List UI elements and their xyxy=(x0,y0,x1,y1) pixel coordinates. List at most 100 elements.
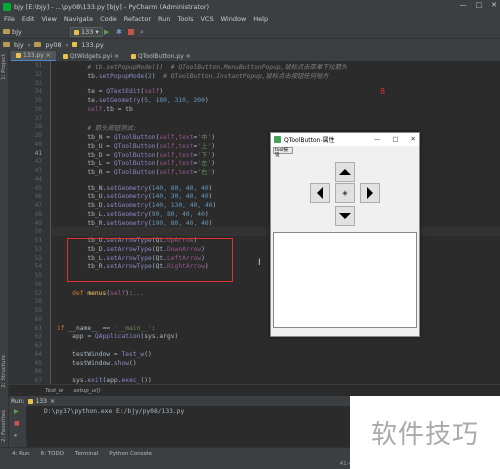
stop-icon[interactable]: ■ xyxy=(14,420,20,427)
line-number: 52 xyxy=(34,245,42,253)
up-arrow-button[interactable] xyxy=(335,162,355,182)
menu-vcs[interactable]: VCS xyxy=(200,15,213,23)
run-icon[interactable]: ▶ xyxy=(104,28,109,36)
right-arrow-button[interactable] xyxy=(360,183,380,203)
minimize-button[interactable]: — xyxy=(460,1,467,9)
code-token: setGeometry xyxy=(106,193,148,201)
code-line: te = QTextEdit(self) xyxy=(57,88,163,95)
menu-code[interactable]: Code xyxy=(100,15,117,23)
code-token: __name__ == xyxy=(68,324,114,332)
code-line: tb_L = QToolButton(self,text='左') xyxy=(57,158,215,167)
menu-tools[interactable]: Tools xyxy=(177,15,193,23)
close-button[interactable]: ✕ xyxy=(491,1,497,9)
line-number: 38 xyxy=(34,123,42,131)
code-token: te = xyxy=(57,88,107,96)
menu-window[interactable]: Window xyxy=(221,15,247,23)
project-tool-tab[interactable]: 1: Project xyxy=(1,54,7,80)
line-number: 46 xyxy=(34,193,42,201)
code-token: setPopupMode xyxy=(98,72,145,80)
rerun-icon[interactable]: ▶ xyxy=(14,408,19,415)
code-token: (app. xyxy=(102,377,122,384)
line-number: 43 xyxy=(34,167,42,174)
down-arrow-button[interactable] xyxy=(335,206,355,226)
navigation-bar: bjy › py08 › 133.py xyxy=(0,39,500,50)
menu-file[interactable]: File xyxy=(4,15,15,23)
run-config-selector[interactable]: 133 ▾ xyxy=(70,27,103,37)
line-number: 67 xyxy=(34,377,42,384)
maximize-button[interactable]: □ xyxy=(476,1,483,9)
up-arrow-icon xyxy=(339,169,351,175)
close-icon[interactable]: × xyxy=(50,398,55,405)
menu-run[interactable]: Run xyxy=(158,15,170,23)
text-cursor-icon: I xyxy=(258,258,261,268)
window-title: bjy [E:\bjy] - ...\py08\133.py [bjy] - P… xyxy=(14,2,210,11)
code-line: tb_R.setGeometry(190, 80, 40, 40) xyxy=(57,220,212,227)
breadcrumb-method[interactable]: setup_ui() xyxy=(73,388,100,394)
qt-demo-window[interactable]: QToolButton-属性 — □ ✕ tool按钮 ◈ xyxy=(270,132,420,337)
close-icon[interactable]: × xyxy=(46,52,51,59)
python-file-icon xyxy=(131,53,137,59)
tab-terminal[interactable]: Terminal xyxy=(75,451,98,457)
left-arrow-button[interactable] xyxy=(310,183,330,203)
code-token: ... xyxy=(132,289,145,297)
stop-icon[interactable] xyxy=(128,29,134,35)
nav-crumb-file[interactable]: 133.py xyxy=(81,41,103,49)
code-token: ) xyxy=(204,210,209,218)
run-output-line: D:\py37\python.exe E:/bjy/py08/133.py xyxy=(44,408,185,415)
code-token: tb_D. xyxy=(57,202,107,209)
project-crumb[interactable]: bjy xyxy=(3,28,22,36)
qt-text-edit[interactable] xyxy=(273,232,417,328)
tab-133-py[interactable]: 133.py × xyxy=(11,51,56,61)
code-token: tb_R. xyxy=(57,219,107,227)
line-number: 56 xyxy=(34,280,42,288)
line-number: 66 xyxy=(34,368,42,376)
nav-crumb-bjy[interactable]: bjy xyxy=(14,41,24,49)
code-line: tb.setPopupMode(2) # QToolButton.Instant… xyxy=(57,71,329,80)
breadcrumb-class[interactable]: Test_w xyxy=(45,388,63,394)
qt-minimize-button[interactable]: — xyxy=(374,135,381,143)
search-icon[interactable]: ⌕ xyxy=(140,28,144,37)
tab-qtoolbutton-py[interactable]: QToolButton.py × xyxy=(126,51,196,61)
tab-qtwidgets-pyi[interactable]: QtWidgets.pyi × xyxy=(57,51,125,61)
qt-close-button[interactable]: ✕ xyxy=(411,135,416,143)
line-number: 36 xyxy=(34,105,42,113)
pause-icon[interactable]: ⏸ xyxy=(14,432,17,440)
code-token: # QToolButton.InstantPopup,鼠标点击按钮任何地方 xyxy=(163,72,329,80)
structure-tool-tab[interactable]: 2: Structure xyxy=(1,355,7,388)
code-token: ) xyxy=(208,193,213,201)
menu-refactor[interactable]: Refactor xyxy=(124,15,151,23)
debug-icon[interactable]: ✱ xyxy=(116,28,122,36)
code-token: '右' xyxy=(197,169,212,176)
tab-run[interactable]: 4: Run xyxy=(12,451,30,457)
line-number: 35 xyxy=(34,97,42,104)
menu-edit[interactable]: Edit xyxy=(22,15,35,23)
line-number: 42 xyxy=(34,158,42,166)
line-number: 33 xyxy=(34,79,42,87)
qt-maximize-button[interactable]: □ xyxy=(392,135,398,143)
title-bar: bjy [E:\bjy] - ...\py08\133.py [bjy] - P… xyxy=(0,0,500,13)
folder-icon xyxy=(34,42,42,47)
code-line: def menus(self):... xyxy=(57,290,144,297)
code-token: ) xyxy=(204,97,209,104)
nav-crumb-py08[interactable]: py08 xyxy=(45,41,61,49)
code-line: tb_D.setGeometry(140, 130, 40, 40) xyxy=(57,202,216,209)
close-icon[interactable]: × xyxy=(186,53,191,60)
line-number: 50 xyxy=(34,228,42,236)
code-line: tb_N = QToolButton(self,text='中') xyxy=(57,132,215,141)
menu-navigate[interactable]: Navigate xyxy=(64,15,93,23)
line-number: 34 xyxy=(34,88,42,96)
code-token: Test_w xyxy=(121,350,145,358)
folder-icon xyxy=(3,42,10,47)
menu-view[interactable]: View xyxy=(41,15,56,23)
favorites-tool-tab[interactable]: 2: Favorites xyxy=(1,410,7,442)
tool-menu-button[interactable]: tool按钮 xyxy=(273,147,293,158)
close-icon[interactable]: × xyxy=(114,53,119,60)
code-token: QTextEdit xyxy=(106,88,141,96)
tab-python-console[interactable]: Python Console xyxy=(109,451,152,457)
line-number: 40 xyxy=(34,140,42,148)
center-button[interactable]: ◈ xyxy=(335,183,355,203)
run-panel-config[interactable]: 133 xyxy=(36,398,47,405)
menu-help[interactable]: Help xyxy=(253,15,268,23)
tab-todo[interactable]: 6: TODO xyxy=(41,451,64,457)
